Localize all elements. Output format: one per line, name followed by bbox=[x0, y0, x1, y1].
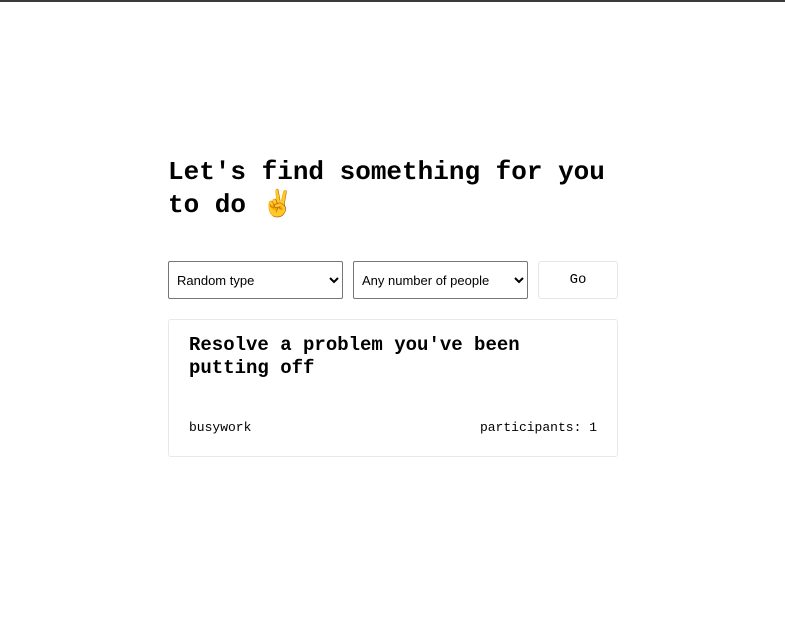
activity-card: Resolve a problem you've been putting of… bbox=[168, 319, 618, 457]
activity-title: Resolve a problem you've been putting of… bbox=[189, 334, 520, 379]
go-button[interactable]: Go bbox=[538, 261, 618, 299]
filter-controls: Random type Any number of people Go bbox=[168, 261, 618, 299]
activity-type-select[interactable]: Random type bbox=[168, 261, 343, 299]
participants-label: participants: bbox=[479, 420, 582, 435]
participants-value: 1 bbox=[589, 420, 597, 435]
top-divider bbox=[0, 0, 785, 2]
main-content: Let's find something for you to do ✌️ Ra… bbox=[168, 156, 618, 457]
activity-type-label: busywork bbox=[189, 420, 252, 435]
page-title-text: Let's find something for you to do bbox=[168, 157, 605, 220]
page-title: Let's find something for you to do ✌️ bbox=[168, 156, 618, 221]
participants-select[interactable]: Any number of people bbox=[353, 261, 528, 299]
activity-meta: busywork participants: 1 bbox=[189, 420, 597, 436]
participants-count: participants: 1 bbox=[480, 420, 597, 436]
victory-hand-icon: ✌️ bbox=[261, 189, 294, 219]
